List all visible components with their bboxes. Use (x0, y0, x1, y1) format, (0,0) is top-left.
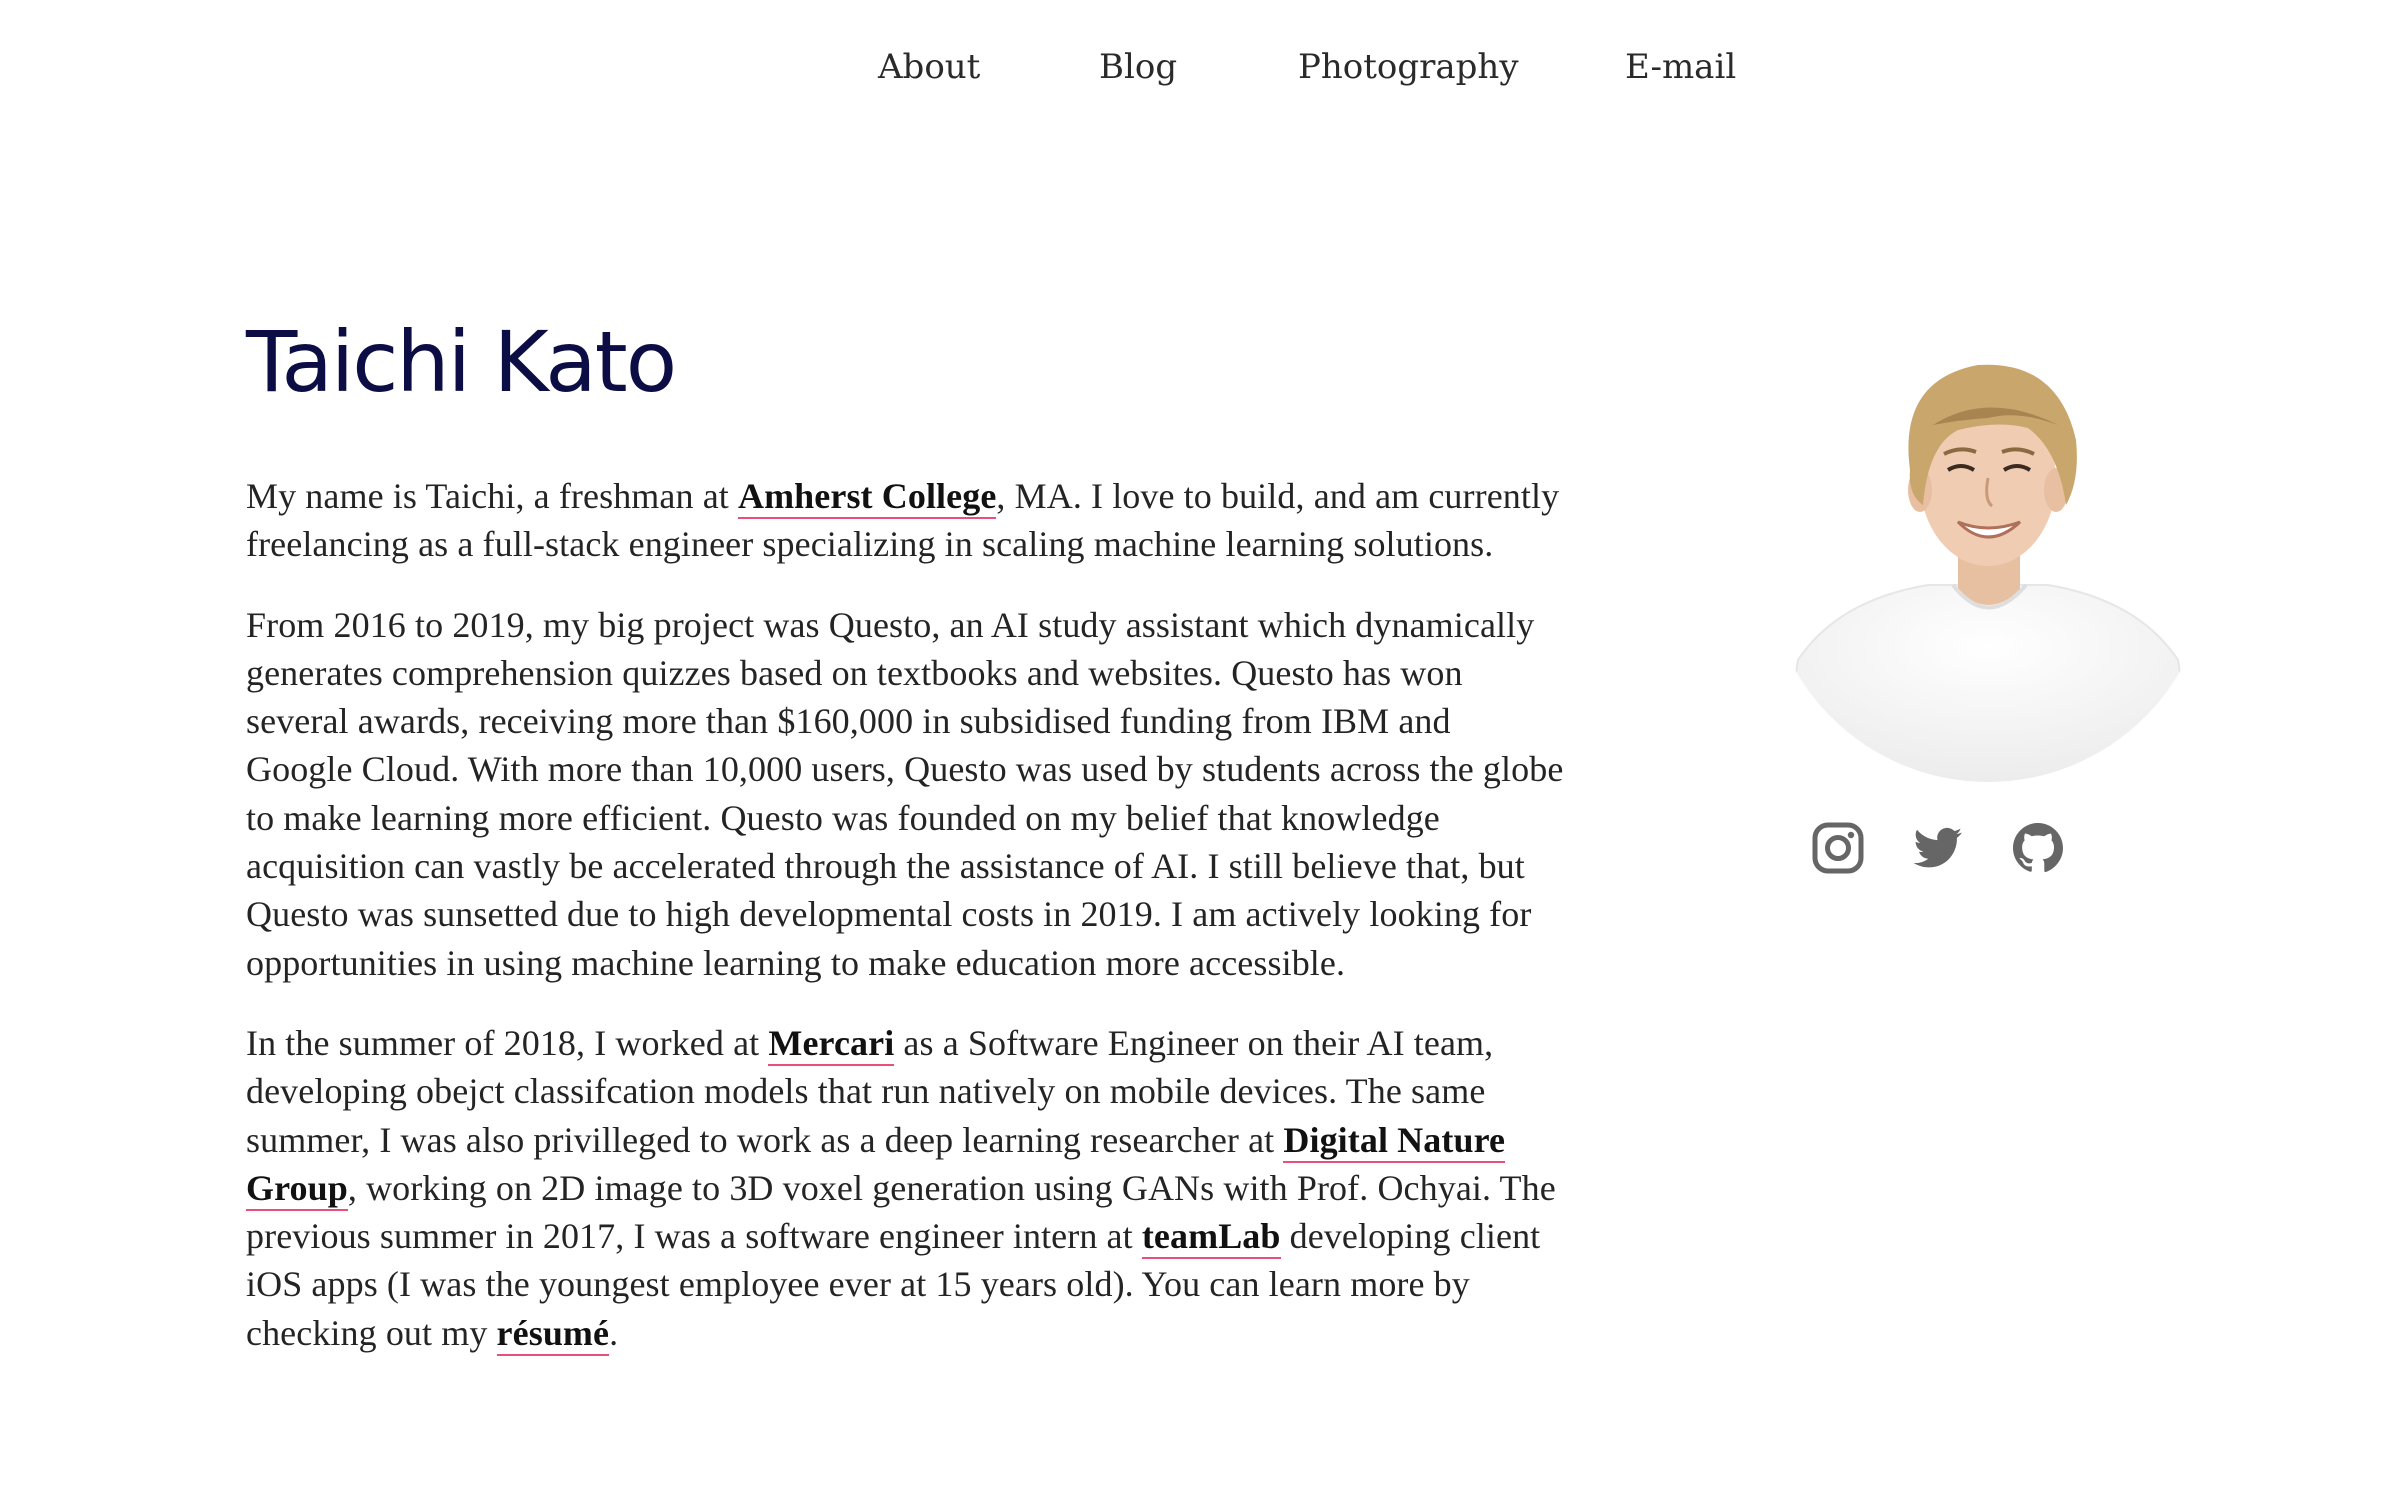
bio-text: In the summer of 2018, I worked at (246, 1022, 769, 1063)
amherst-college-link[interactable]: Amherst College (737, 476, 997, 519)
bio-paragraph-experience: In the summer of 2018, I worked at Merca… (246, 1019, 1566, 1357)
mercari-link[interactable]: Mercari (768, 1022, 895, 1066)
bio-paragraph-questo: From 2016 to 2019, my big project was Qu… (246, 604, 1564, 983)
bio-text: My name is Taichi, a freshman at (246, 476, 738, 516)
nav-email-link[interactable]: E-mail (1625, 42, 1736, 92)
bio-section: My name is Taichi, a freshman at Amherst… (246, 472, 1566, 1389)
bio-text: . (609, 1312, 619, 1353)
profile-portrait (1758, 330, 2218, 790)
social-links (1810, 820, 2080, 880)
page-title: Taichi Kato (246, 313, 677, 411)
twitter-icon[interactable] (1910, 820, 1966, 876)
nav-blog-link[interactable]: Blog (1099, 42, 1177, 92)
github-icon[interactable] (2010, 820, 2066, 876)
nav-about-link[interactable]: About (878, 42, 980, 92)
portrait-photo (1766, 338, 2210, 782)
bio-paragraph-intro: My name is Taichi, a freshman at Amherst… (246, 472, 1566, 569)
top-nav: About Blog Photography E-mail (0, 42, 2404, 92)
teamlab-link[interactable]: teamLab (1141, 1216, 1281, 1260)
nav-photography-link[interactable]: Photography (1298, 42, 1519, 92)
resume-link[interactable]: résumé (496, 1312, 610, 1356)
instagram-icon[interactable] (1810, 820, 1866, 876)
